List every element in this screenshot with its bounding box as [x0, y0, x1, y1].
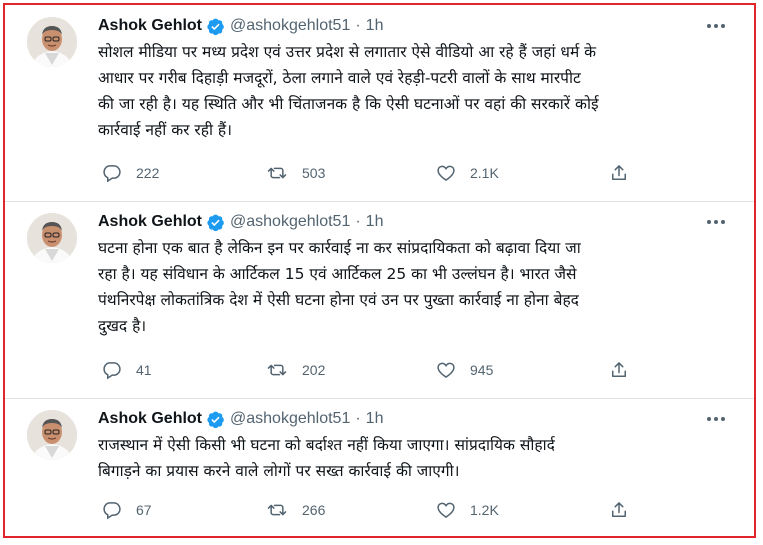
tweet-header: Ashok Gehlot @ashokgehlot51 · 1h: [98, 409, 383, 429]
reply-icon: [102, 163, 122, 183]
tweet-header: Ashok Gehlot @ashokgehlot51 · 1h: [98, 212, 383, 232]
tweet[interactable]: Ashok Gehlot @ashokgehlot51 · 1h घटना हो…: [5, 201, 754, 399]
like-count: 2.1K: [470, 165, 499, 181]
tweet-actions: 41 202 945: [98, 357, 658, 383]
timestamp[interactable]: 1h: [366, 17, 384, 35]
retweet-count: 503: [302, 165, 326, 181]
reply-count: 222: [136, 165, 160, 181]
retweet-icon: [266, 500, 288, 520]
avatar[interactable]: [27, 17, 77, 67]
share-button[interactable]: [609, 497, 629, 523]
verified-badge-icon: [206, 410, 225, 429]
tweet-thread-frame: Ashok Gehlot @ashokgehlot51 · 1h सोशल मी…: [3, 3, 756, 538]
more-icon[interactable]: [704, 411, 728, 427]
more-icon[interactable]: [704, 214, 728, 230]
reply-count: 41: [136, 362, 152, 378]
retweet-count: 266: [302, 502, 326, 518]
tweet-text: राजस्थान में ऐसी किसी भी घटना को बर्दाश्…: [98, 436, 555, 480]
verified-badge-icon: [206, 213, 225, 232]
retweet-button[interactable]: 202: [266, 357, 325, 383]
author-handle[interactable]: @ashokgehlot51: [230, 410, 350, 428]
reply-button[interactable]: 67: [102, 497, 152, 523]
verified-badge-icon: [206, 17, 225, 36]
separator-dot: ·: [355, 17, 361, 34]
avatar[interactable]: [27, 410, 77, 460]
tweet-actions: 222 503 2.1K: [98, 160, 658, 186]
like-count: 1.2K: [470, 502, 499, 518]
share-button[interactable]: [609, 160, 629, 186]
tweet[interactable]: Ashok Gehlot @ashokgehlot51 · 1h राजस्था…: [5, 398, 754, 538]
retweet-icon: [266, 360, 288, 380]
separator-dot: ·: [355, 213, 361, 230]
more-icon[interactable]: [704, 18, 728, 34]
reply-count: 67: [136, 502, 152, 518]
tweet[interactable]: Ashok Gehlot @ashokgehlot51 · 1h सोशल मी…: [5, 5, 754, 202]
like-button[interactable]: 2.1K: [436, 160, 499, 186]
retweet-icon: [266, 163, 288, 183]
share-icon: [609, 163, 629, 183]
author-name[interactable]: Ashok Gehlot: [98, 213, 202, 231]
like-icon: [436, 360, 456, 380]
like-button[interactable]: 1.2K: [436, 497, 499, 523]
reply-button[interactable]: 222: [102, 160, 159, 186]
like-button[interactable]: 945: [436, 357, 493, 383]
like-icon: [436, 163, 456, 183]
like-count: 945: [470, 362, 494, 378]
author-handle[interactable]: @ashokgehlot51: [230, 17, 350, 35]
share-icon: [609, 500, 629, 520]
timestamp[interactable]: 1h: [366, 213, 384, 231]
tweet-text: घटना होना एक बात है लेकिन इन पर कार्रवाई…: [98, 239, 581, 335]
share-icon: [609, 360, 629, 380]
share-button[interactable]: [609, 357, 629, 383]
separator-dot: ·: [355, 410, 361, 427]
avatar[interactable]: [27, 213, 77, 263]
retweet-button[interactable]: 503: [266, 160, 325, 186]
reply-icon: [102, 360, 122, 380]
retweet-count: 202: [302, 362, 326, 378]
reply-icon: [102, 500, 122, 520]
author-handle[interactable]: @ashokgehlot51: [230, 213, 350, 231]
tweet-actions: 67 266 1.2K: [98, 497, 658, 523]
author-name[interactable]: Ashok Gehlot: [98, 17, 202, 35]
author-name[interactable]: Ashok Gehlot: [98, 410, 202, 428]
tweet-text: सोशल मीडिया पर मध्य प्रदेश एवं उत्तर प्र…: [98, 43, 599, 139]
retweet-button[interactable]: 266: [266, 497, 325, 523]
like-icon: [436, 500, 456, 520]
timestamp[interactable]: 1h: [366, 410, 384, 428]
tweet-header: Ashok Gehlot @ashokgehlot51 · 1h: [98, 16, 383, 36]
reply-button[interactable]: 41: [102, 357, 152, 383]
